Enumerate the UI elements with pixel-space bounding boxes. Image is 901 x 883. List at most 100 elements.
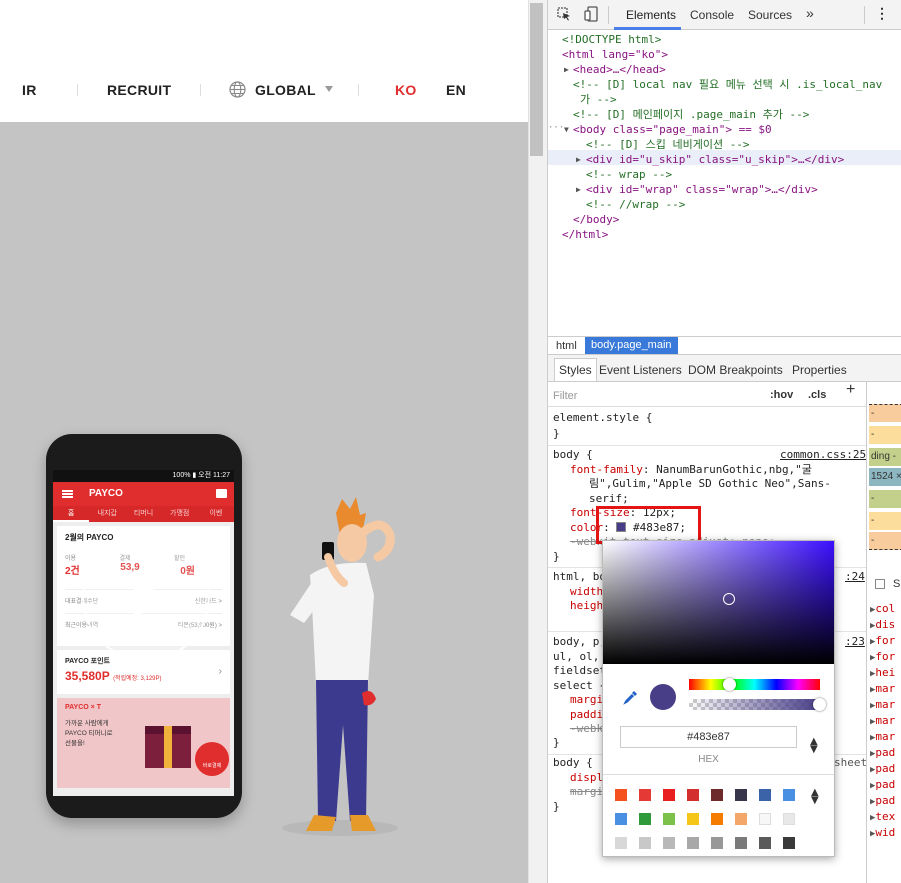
rule-source-link[interactable]: :23 <box>845 635 865 650</box>
box-model-border[interactable]: - <box>869 512 901 530</box>
hover-state-toggle[interactable]: :hov <box>770 388 793 403</box>
computed-prop[interactable]: ▶wid <box>870 826 895 839</box>
eyedropper-icon[interactable] <box>623 689 639 705</box>
dom-node[interactable]: </body> <box>573 212 619 227</box>
computed-prop[interactable]: ▶col <box>870 602 895 615</box>
breadcrumb-html[interactable]: html <box>556 340 577 352</box>
computed-prop[interactable]: ▶pad <box>870 746 895 759</box>
dom-node[interactable]: <html lang="ko"> <box>562 47 668 62</box>
nav-ir[interactable]: IR <box>22 82 37 98</box>
computed-prop[interactable]: ▶mar <box>870 730 895 743</box>
alpha-slider-handle[interactable] <box>813 698 826 711</box>
rule-selector[interactable]: select { <box>553 679 606 694</box>
computed-prop[interactable]: ▶dis <box>870 618 895 631</box>
dom-comment[interactable]: <!-- //wrap --> <box>586 197 685 212</box>
computed-prop[interactable]: ▶mar <box>870 682 895 695</box>
computed-prop[interactable]: ▶pad <box>870 762 895 775</box>
overridden-declaration[interactable]: -webk <box>570 722 603 737</box>
prop-name[interactable]: font-family <box>570 463 643 476</box>
dom-comment[interactable]: 가 --> <box>580 92 617 107</box>
tab-styles[interactable]: Styles <box>554 358 597 381</box>
computed-prop[interactable]: ▶tex <box>870 810 895 823</box>
palette-swatch[interactable] <box>711 813 723 825</box>
box-model-content[interactable]: 1524 × <box>869 468 901 486</box>
computed-prop[interactable]: ▶pad <box>870 794 895 807</box>
dom-comment[interactable]: <!-- [D] 메인페이지 .page_main 추가 --> <box>573 107 809 122</box>
menu-icon[interactable]: ⋮ <box>875 5 889 22</box>
palette-swatch[interactable] <box>783 813 795 825</box>
prop-name[interactable]: displ <box>570 771 603 786</box>
rule-selector[interactable]: body { <box>553 756 593 771</box>
palette-swatch[interactable] <box>663 813 675 825</box>
palette-swatch[interactable] <box>783 789 795 801</box>
dom-node[interactable]: <!DOCTYPE html> <box>562 32 661 47</box>
rule-source-link[interactable]: common.css:25 <box>780 448 866 463</box>
rule-selector[interactable]: element.style { <box>553 411 652 426</box>
expand-triangle-icon[interactable]: ▶ <box>564 62 569 77</box>
scrollbar-thumb[interactable] <box>530 3 543 156</box>
style-declaration[interactable]: font-family: NanumBarunGothic,nbg,"굴 <box>570 463 812 478</box>
palette-swatch[interactable] <box>735 837 747 849</box>
format-toggle-icon[interactable]: ▲ ▼ <box>810 737 818 755</box>
show-all-checkbox[interactable] <box>875 579 885 589</box>
rule-selector[interactable]: body, p, <box>553 635 606 650</box>
tab-properties[interactable]: Properties <box>792 363 847 377</box>
palette-swatch[interactable] <box>615 789 627 801</box>
expand-triangle-icon[interactable]: ▶ <box>576 182 581 197</box>
palette-swatch[interactable] <box>783 837 795 849</box>
palette-swatch[interactable] <box>687 837 699 849</box>
box-model-padding[interactable]: - <box>869 490 901 508</box>
palette-swatch[interactable] <box>687 789 699 801</box>
dom-node[interactable]: <head>…</head> <box>573 62 666 77</box>
filter-input[interactable]: Filter <box>553 389 577 404</box>
computed-prop[interactable]: ▶mar <box>870 698 895 711</box>
box-model-margin[interactable]: - <box>869 532 901 550</box>
palette-swatch[interactable] <box>615 813 627 825</box>
palette-swatch[interactable] <box>759 813 771 825</box>
palette-swatch[interactable] <box>735 813 747 825</box>
palette-swatch[interactable] <box>687 813 699 825</box>
palette-swatch[interactable] <box>639 813 651 825</box>
chevron-down-icon[interactable] <box>325 86 333 92</box>
prop-value[interactable]: NanumBarunGothic,nbg,"굴 <box>656 463 812 476</box>
palette-swatch[interactable] <box>711 789 723 801</box>
palette-swatch[interactable] <box>639 837 651 849</box>
palette-swatch[interactable] <box>759 837 771 849</box>
prop-name[interactable]: paddi <box>570 708 603 723</box>
tab-elements[interactable]: Elements <box>626 8 676 22</box>
rule-selector[interactable]: fieldset <box>553 664 606 679</box>
palette-swatch[interactable] <box>735 789 747 801</box>
alpha-slider[interactable] <box>689 699 820 710</box>
box-model-margin[interactable]: - <box>869 404 901 422</box>
palette-swatch[interactable] <box>639 789 651 801</box>
computed-prop[interactable]: ▶for <box>870 634 895 647</box>
palette-swatch[interactable] <box>759 789 771 801</box>
tab-console[interactable]: Console <box>690 8 734 22</box>
tab-event-listeners[interactable]: Event Listeners <box>599 363 682 377</box>
palette-swatch[interactable] <box>663 789 675 801</box>
tab-sources[interactable]: Sources <box>748 8 792 22</box>
box-model-border[interactable]: - <box>869 426 901 444</box>
inspect-element-icon[interactable] <box>557 7 571 21</box>
breadcrumb-body[interactable]: body.page_main <box>585 337 678 354</box>
dom-comment[interactable]: <!-- [D] 스킵 네비게이션 --> <box>586 137 750 152</box>
class-toggle[interactable]: .cls <box>808 388 826 403</box>
computed-prop[interactable]: ▶hei <box>870 666 895 679</box>
rule-selector[interactable]: body { <box>553 448 593 463</box>
hex-input[interactable]: #483e87 <box>620 726 797 748</box>
computed-prop[interactable]: ▶pad <box>870 778 895 791</box>
computed-prop[interactable]: ▶for <box>870 650 895 663</box>
dom-node[interactable]: <div id="u_skip" class="u_skip">…</div> <box>586 152 844 167</box>
more-tabs-icon[interactable]: » <box>806 5 814 21</box>
overridden-declaration[interactable]: margi <box>570 785 603 800</box>
tab-dom-breakpoints[interactable]: DOM Breakpoints <box>688 363 783 377</box>
nav-global[interactable]: GLOBAL <box>255 82 316 98</box>
palette-swatch[interactable] <box>711 837 723 849</box>
prop-name[interactable]: width <box>570 585 603 600</box>
palette-swatch[interactable] <box>663 837 675 849</box>
rule-selector[interactable]: ul, ol, <box>553 650 599 665</box>
collapse-triangle-icon[interactable]: ▼ <box>564 122 569 137</box>
add-rule-button[interactable]: + <box>846 382 855 398</box>
dom-node[interactable]: </html> <box>562 227 608 242</box>
expand-triangle-icon[interactable]: ▶ <box>576 152 581 167</box>
